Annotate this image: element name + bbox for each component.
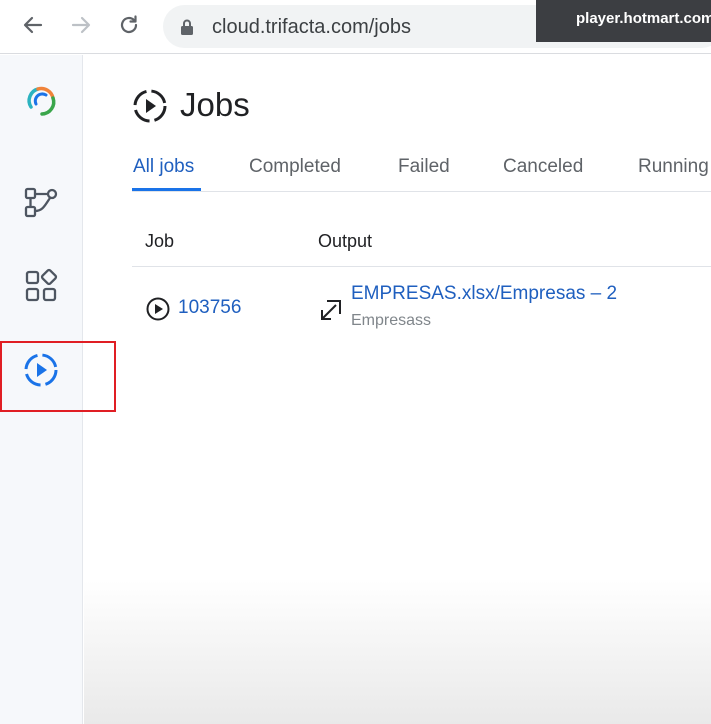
library-icon[interactable]	[22, 267, 60, 305]
flows-icon[interactable]	[22, 183, 60, 221]
trifacta-logo-icon[interactable]	[22, 82, 60, 120]
bottom-shade	[84, 580, 711, 724]
table-divider	[132, 266, 711, 267]
highlight-annotation	[0, 341, 116, 412]
tab-all-jobs[interactable]: All jobs	[133, 156, 194, 178]
job-status-tabs: All jobs Completed Failed Canceled Runni…	[132, 150, 711, 192]
column-header-output[interactable]: Output	[318, 231, 372, 252]
browser-toolbar: cloud.trifacta.com/jobs player.hotmart.c…	[0, 0, 711, 54]
jobs-play-icon	[132, 88, 168, 124]
job-play-icon	[145, 296, 171, 322]
url-text: cloud.trifacta.com/jobs	[212, 16, 411, 38]
job-id-link[interactable]: 103756	[178, 297, 241, 319]
tab-running[interactable]: Running	[638, 156, 709, 178]
output-dataset-label: Empresass	[351, 312, 432, 329]
back-arrow-icon[interactable]	[20, 12, 46, 38]
output-export-icon	[317, 296, 345, 324]
active-tab-indicator	[132, 188, 201, 191]
column-header-job[interactable]: Job	[145, 231, 174, 252]
tab-completed[interactable]: Completed	[249, 156, 341, 178]
tab-canceled[interactable]: Canceled	[503, 156, 583, 178]
overlay-badge: player.hotmart.com	[536, 0, 711, 42]
page-title: Jobs	[180, 86, 250, 123]
reload-icon[interactable]	[116, 12, 142, 38]
lock-icon	[179, 18, 195, 36]
forward-arrow-icon[interactable]	[68, 12, 94, 38]
tab-failed[interactable]: Failed	[398, 156, 450, 178]
output-name-link[interactable]: EMPRESAS.xlsx/Empresas – 2	[351, 283, 617, 305]
